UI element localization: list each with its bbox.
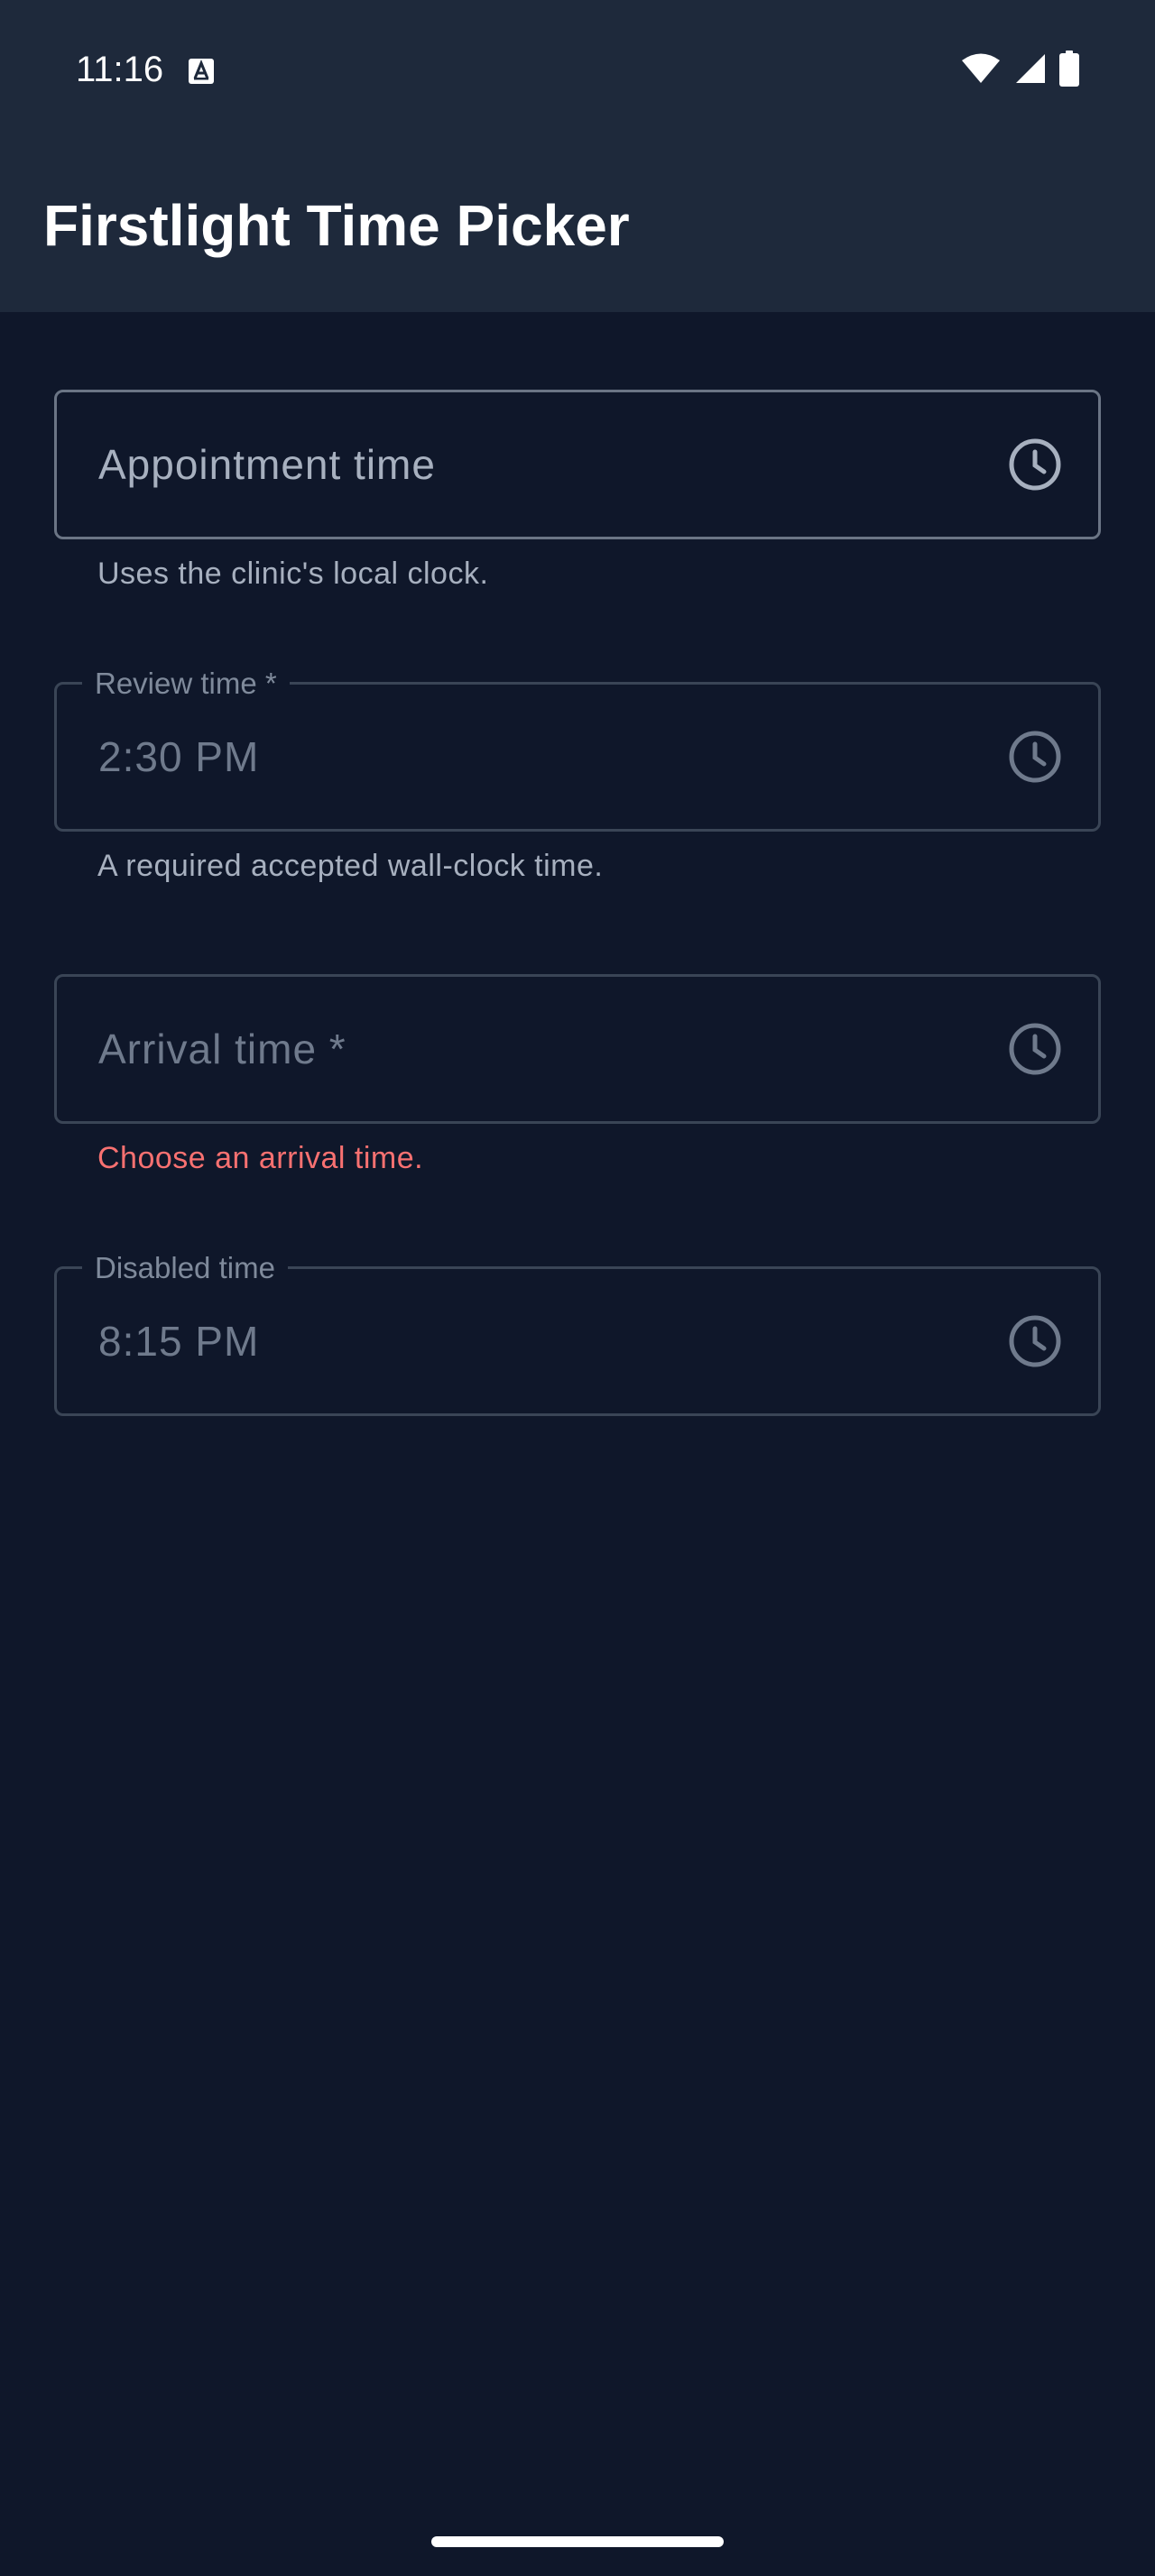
arrival-time-error: Choose an arrival time. — [97, 1141, 424, 1175]
review-time-label: Review time * — [82, 667, 290, 701]
app-bar: 11:16 Firstlight Time Picker — [0, 0, 1155, 312]
battery-icon — [1059, 51, 1079, 87]
disabled-time-label: Disabled time — [82, 1251, 288, 1285]
status-icons — [960, 51, 1079, 87]
appointment-time-field[interactable]: Appointment time — [54, 390, 1101, 539]
review-time-value: 2:30 PM — [98, 733, 260, 780]
wifi-icon — [962, 53, 1000, 83]
disabled-time-value: 8:15 PM — [98, 1318, 260, 1365]
page-title: Firstlight Time Picker — [43, 193, 630, 258]
clock-icon[interactable] — [1006, 728, 1064, 786]
clock-icon[interactable] — [1006, 1020, 1064, 1078]
arrival-time-field[interactable]: Arrival time * — [54, 974, 1101, 1124]
disabled-time-field: Disabled time 8:15 PM — [54, 1251, 1101, 1416]
appointment-time-placeholder: Appointment time — [98, 441, 436, 488]
status-time: 11:16 — [76, 50, 164, 89]
arrival-time-placeholder: Arrival time * — [98, 1026, 346, 1072]
review-time-field[interactable]: Review time * 2:30 PM — [54, 667, 1101, 832]
clock-icon — [1009, 1315, 1061, 1367]
clock-icon[interactable] — [1006, 436, 1064, 493]
home-indicator[interactable] — [431, 2536, 724, 2547]
appointment-time-helper: Uses the clinic's local clock. — [97, 557, 489, 591]
accessibility-notification-icon — [189, 59, 214, 84]
review-time-helper: A required accepted wall-clock time. — [97, 849, 604, 883]
cellular-signal-icon — [1016, 54, 1045, 83]
